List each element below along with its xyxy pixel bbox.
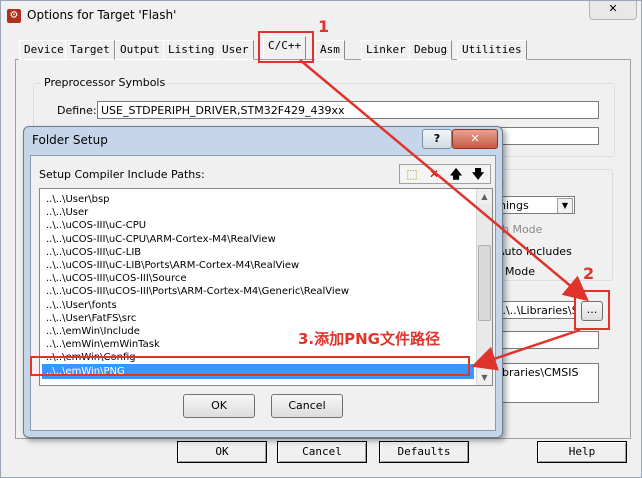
arrow-step2-to-step3 (471, 328, 581, 371)
arrow-step1-to-step2 (299, 59, 589, 302)
annotation-arrows (299, 59, 589, 371)
